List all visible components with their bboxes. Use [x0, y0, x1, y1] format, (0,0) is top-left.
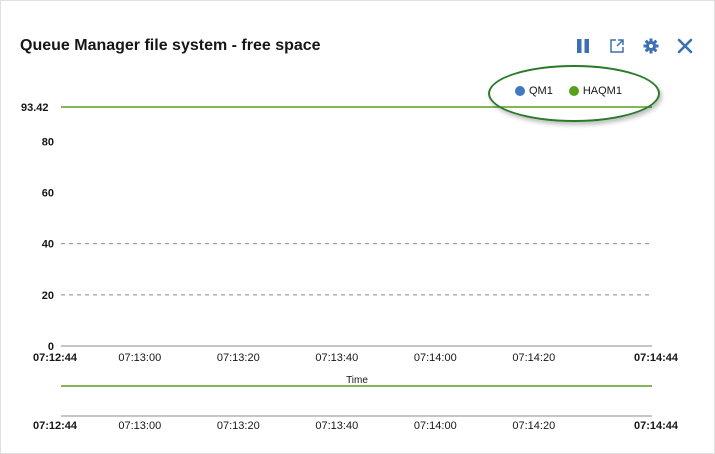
brush-x-tick-label: 07:14:00: [414, 420, 457, 432]
y-tick-label: 60: [42, 187, 54, 199]
chart-legend: QM1 HAQM1: [515, 85, 622, 97]
x-tick-label: 07:12:44: [33, 352, 78, 364]
legend-label-qm1: QM1: [529, 85, 553, 97]
brush-x-tick-label: 07:13:40: [315, 420, 358, 432]
legend-dot-haqm1: [568, 86, 579, 96]
x-tick-label: 07:13:20: [217, 352, 260, 364]
y-tick-label: 80: [42, 136, 54, 148]
brush-x-tick-label: 07:14:20: [512, 420, 555, 432]
y-tick-label: 40: [42, 239, 54, 251]
x-tick-label: 07:14:44: [634, 352, 679, 364]
x-tick-label: 07:14:00: [414, 352, 457, 364]
brush-x-tick-label: 07:12:44: [33, 420, 78, 432]
y-tick-label: 20: [42, 290, 54, 302]
x-axis-label: Time: [346, 375, 368, 386]
brush-x-tick-label: 07:13:20: [217, 420, 260, 432]
legend-label-haqm1: HAQM1: [582, 85, 622, 97]
legend-item-haqm1[interactable]: HAQM1: [568, 85, 622, 97]
x-tick-label: 07:13:00: [118, 352, 161, 364]
legend-item-qm1[interactable]: QM1: [515, 85, 553, 97]
chart-widget: Queue Manager file system - free space 0…: [0, 0, 715, 454]
x-tick-label: 07:13:40: [315, 352, 358, 364]
y-tick-label: 93.42: [21, 102, 49, 114]
x-tick-label: 07:14:20: [512, 352, 555, 364]
brush-x-tick-label: 07:13:00: [118, 420, 161, 432]
brush-x-tick-label: 07:14:44: [634, 420, 679, 432]
legend-dot-qm1: [515, 86, 525, 96]
